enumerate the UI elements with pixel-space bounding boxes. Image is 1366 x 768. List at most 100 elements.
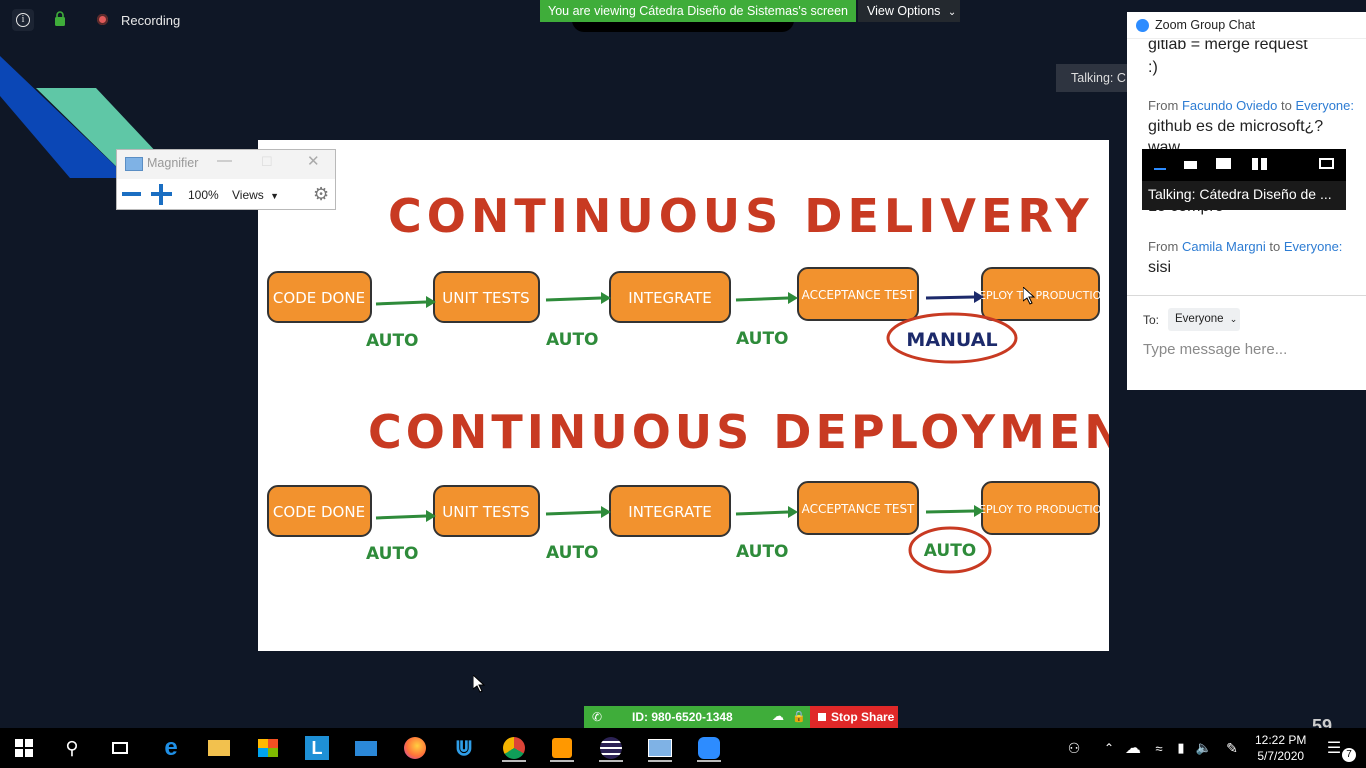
auto-label: AUTO	[924, 541, 977, 561]
chat-message: waw	[1148, 139, 1181, 149]
step-acceptance: ACCEPTANCE TEST	[802, 288, 915, 302]
manual-label: MANUAL	[906, 329, 997, 351]
sender-name[interactable]: Facundo Oviedo	[1182, 98, 1277, 113]
recipient-name[interactable]: Everyone:	[1284, 239, 1343, 254]
step-integrate: INTEGRATE	[628, 503, 711, 521]
cursor-icon	[473, 675, 485, 693]
active-speaker-overlay[interactable]: Talking: Cátedra Diseño de ...	[1142, 149, 1346, 210]
zoom-app-icon[interactable]	[697, 736, 721, 762]
arrow	[925, 509, 975, 514]
to-word: to	[1281, 98, 1292, 113]
store-icon[interactable]	[256, 736, 280, 760]
encryption-shield-icon[interactable]	[54, 11, 66, 27]
eclipse-icon[interactable]	[599, 736, 623, 762]
auto-label: AUTO	[736, 542, 789, 562]
phone-icon: ✆	[592, 710, 603, 724]
zoom-percent: 100%	[188, 188, 219, 202]
arrow	[375, 300, 427, 306]
stop-share-button[interactable]: Stop Share	[810, 706, 898, 728]
recording-label: Recording	[121, 13, 181, 28]
start-button[interactable]	[12, 736, 36, 760]
clock-date: 5/7/2020	[1257, 749, 1305, 763]
to-word: to	[1269, 239, 1281, 254]
vscode-icon[interactable]: ⋓	[452, 735, 476, 760]
chat-message: :)	[1148, 59, 1158, 76]
mail-icon[interactable]	[354, 736, 378, 760]
view-options-button[interactable]: View Options ⌄	[858, 0, 960, 22]
meeting-id: ID: 980-6520-1348	[632, 710, 733, 724]
delivery-pipeline: CODE DONE UNIT TESTS INTEGRATE ACCEPTANC…	[267, 267, 1109, 364]
recipient-select[interactable]: Everyone ⌄	[1168, 308, 1240, 331]
recipient-name[interactable]: Everyone:	[1295, 98, 1354, 113]
zoom-in-button[interactable]	[151, 184, 172, 205]
views-label: Views	[232, 188, 264, 202]
info-icon: i	[16, 13, 30, 27]
magnifier-title: Magnifier	[147, 156, 199, 170]
firefox-icon[interactable]	[403, 736, 427, 760]
arrow	[545, 296, 602, 302]
pen-icon[interactable]: ✎	[1220, 736, 1244, 760]
sender-name[interactable]: Camila Margni	[1182, 239, 1266, 254]
arrow	[735, 296, 789, 302]
onedrive-cloud-icon[interactable]: ☁	[1121, 736, 1145, 760]
exit-fullscreen-icon[interactable]	[1319, 158, 1334, 169]
gear-icon[interactable]: ⚙	[313, 184, 329, 205]
chevron-down-icon: ⌄	[1229, 314, 1238, 324]
l-app-icon[interactable]: L	[305, 736, 329, 760]
volume-icon[interactable]: 🔈	[1192, 736, 1216, 760]
notification-badge: 7	[1342, 748, 1356, 762]
magnifier-taskbar-icon[interactable]	[648, 736, 672, 762]
viewing-screen-banner: You are viewing Cátedra Diseño de Sistem…	[540, 0, 856, 22]
chevron-up-icon[interactable]: ⌃	[1097, 736, 1121, 760]
message-input[interactable]: Type message here...	[1143, 341, 1287, 358]
gallery-view-icon[interactable]	[1252, 158, 1267, 170]
view-options-label: View Options	[867, 4, 941, 18]
chat-message: github es de microsoft¿?	[1148, 118, 1324, 135]
battery-icon[interactable]: ▮	[1169, 736, 1193, 760]
sublime-text-icon[interactable]	[550, 736, 574, 762]
auto-label: AUTO	[366, 544, 419, 564]
meeting-info-button[interactable]: i	[12, 9, 34, 31]
close-button[interactable]: ✕	[307, 152, 320, 170]
chat-message: sisi	[1148, 259, 1172, 276]
from-label: From	[1148, 239, 1179, 254]
arrow	[735, 510, 789, 516]
auto-label: AUTO	[546, 543, 599, 563]
arrow	[375, 514, 427, 520]
chrome-icon[interactable]	[502, 736, 526, 762]
minimize-video-icon[interactable]	[1154, 168, 1166, 170]
clock[interactable]: 12:22 PM 5/7/2020	[1255, 732, 1306, 764]
zoom-logo-icon	[1136, 19, 1149, 32]
cloud-icon: ☁	[772, 709, 784, 723]
chat-header: Zoom Group Chat	[1127, 12, 1366, 39]
chevron-down-icon: ⌄	[947, 7, 957, 18]
step-unit-tests: UNIT TESTS	[442, 503, 529, 521]
magnifier-window[interactable]: Magnifier — ☐ ✕ 100% Views ▼ ⚙	[116, 149, 336, 210]
wifi-icon[interactable]: ≈	[1147, 736, 1171, 760]
views-dropdown[interactable]: Views ▼	[232, 188, 279, 202]
edge-browser-icon[interactable]: e	[159, 734, 183, 761]
search-icon[interactable]: ⚲	[60, 736, 84, 760]
chat-title: Zoom Group Chat	[1155, 18, 1256, 32]
speaker-view-icon[interactable]	[1216, 158, 1231, 169]
stop-icon	[818, 713, 826, 721]
step-acceptance: ACCEPTANCE TEST	[802, 502, 915, 516]
hide-video-icon[interactable]	[1184, 161, 1197, 169]
file-explorer-icon[interactable]	[207, 736, 231, 760]
arrow	[925, 295, 975, 300]
deployment-pipeline: CODE DONE UNIT TESTS INTEGRATE ACCEPTANC…	[267, 481, 1109, 574]
video-layout-toolbar	[1142, 149, 1346, 181]
recording-icon	[97, 14, 108, 25]
to-label: To:	[1143, 313, 1160, 327]
arrow	[545, 510, 602, 516]
step-deploy: DEPLOY TO PRODUCTION	[971, 503, 1109, 516]
minimize-button[interactable]: —	[217, 152, 232, 169]
step-unit-tests: UNIT TESTS	[442, 289, 529, 307]
chat-sender-line: From Facundo Oviedo to Everyone:	[1148, 98, 1354, 113]
meeting-control-bar: ✆ ID: 980-6520-1348 ☁ 🔒	[584, 706, 810, 728]
maximize-button[interactable]: ☐	[261, 154, 273, 170]
task-view-icon[interactable]	[108, 736, 132, 760]
zoom-out-button[interactable]	[122, 192, 141, 196]
people-icon[interactable]: ⚇	[1062, 736, 1086, 760]
shared-screen-slide: CONTINUOUS DELIVERY CODE DONE UNIT TESTS…	[258, 140, 1109, 651]
